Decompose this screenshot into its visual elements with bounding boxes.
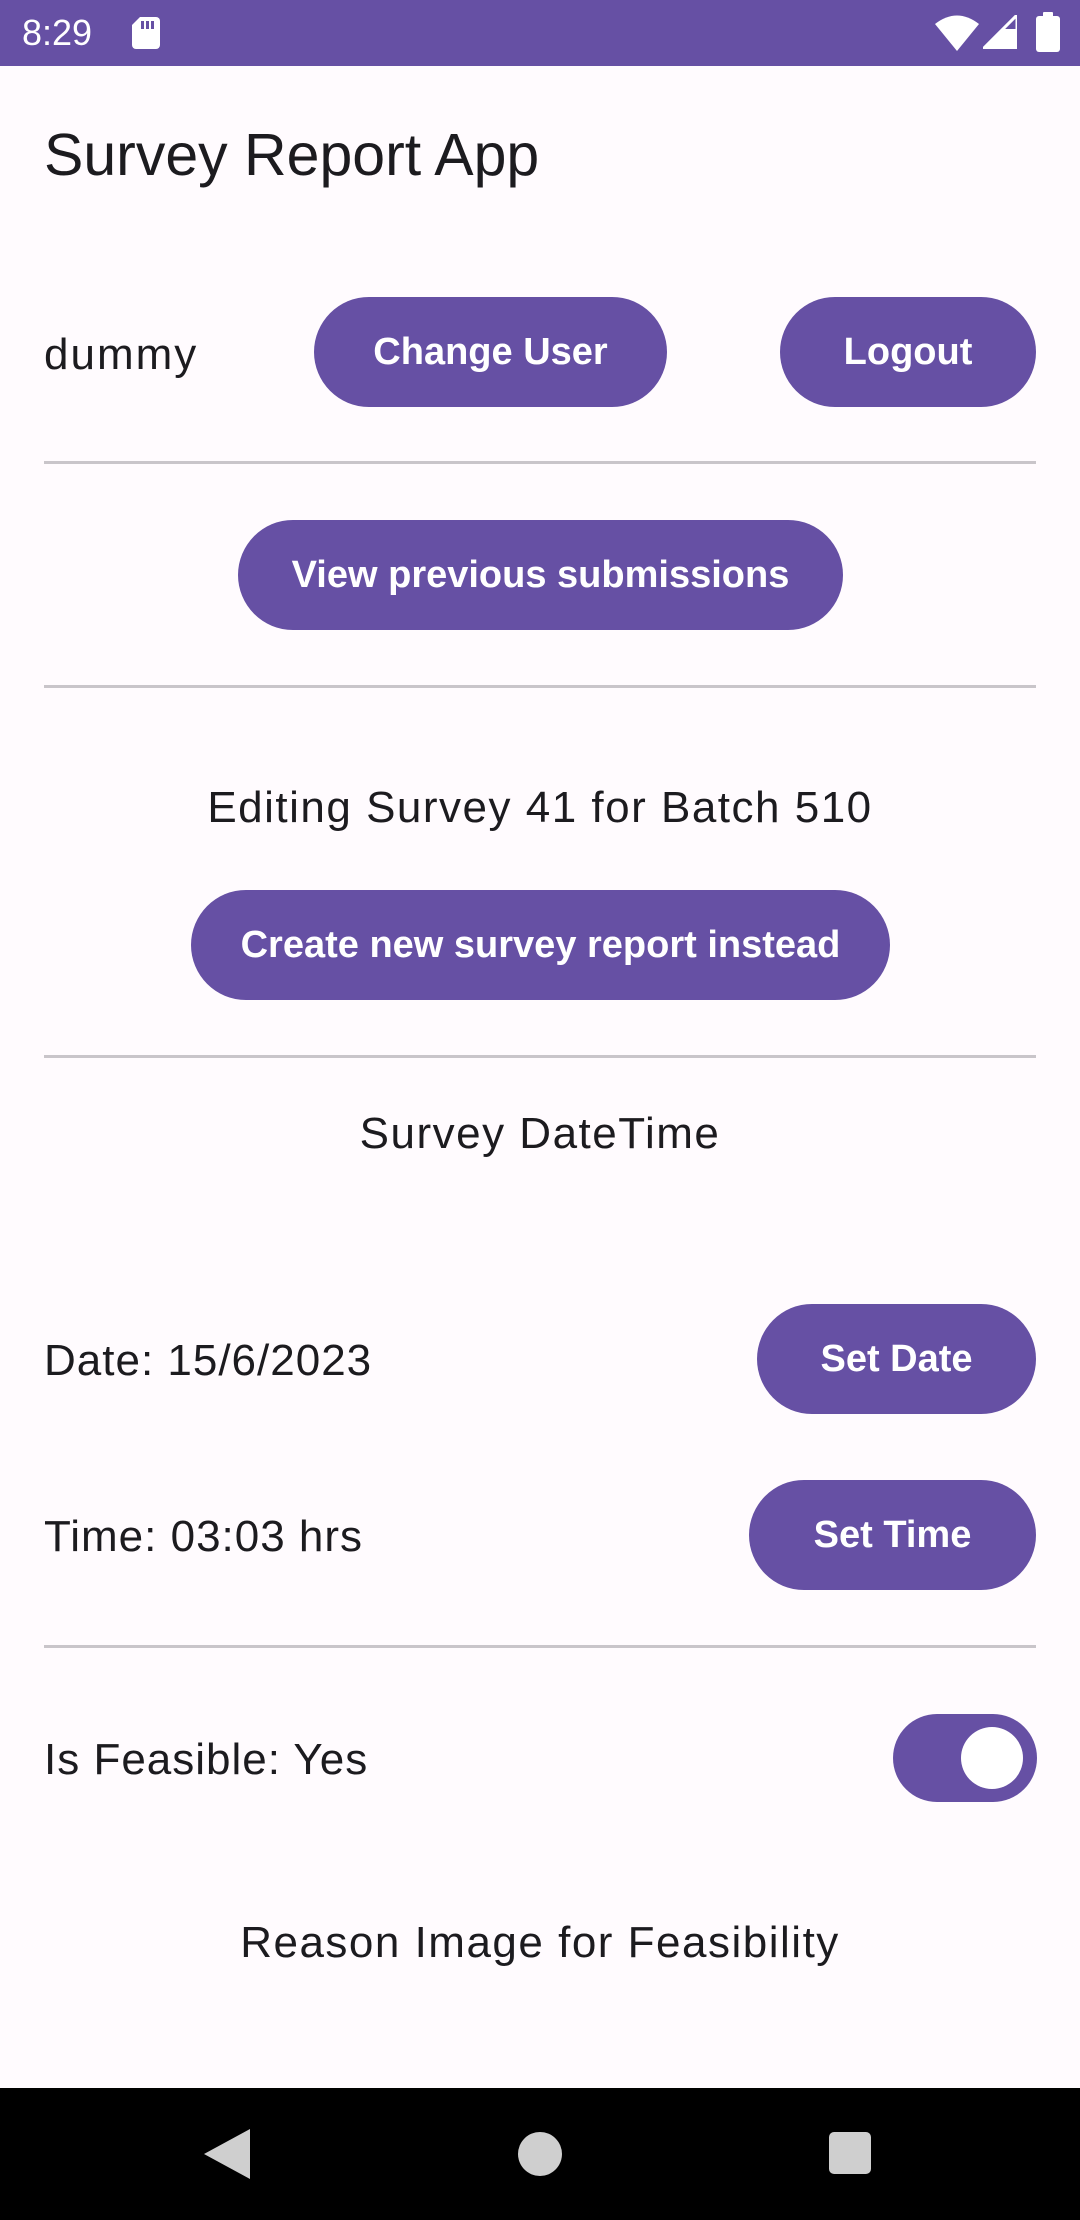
- change-user-button[interactable]: Change User: [314, 297, 667, 407]
- set-time-button[interactable]: Set Time: [749, 1480, 1036, 1590]
- status-bar: 8:29: [0, 0, 1080, 66]
- create-new-survey-button[interactable]: Create new survey report instead: [191, 890, 890, 1000]
- view-previous-submissions-button[interactable]: View previous submissions: [238, 520, 843, 630]
- survey-datetime-title: Survey DateTime: [359, 1109, 721, 1158]
- navigation-bar: [0, 2088, 1080, 2220]
- status-time: 8:29: [22, 12, 93, 53]
- logout-button[interactable]: Logout: [780, 297, 1036, 407]
- is-feasible-label: Is Feasible: Yes: [44, 1735, 369, 1784]
- wifi-icon: [935, 15, 979, 51]
- divider: [44, 1645, 1036, 1648]
- divider: [44, 461, 1036, 464]
- signal-icon: [983, 15, 1017, 49]
- sd-card-icon: [132, 17, 160, 49]
- date-value-label: Date: 15/6/2023: [44, 1336, 373, 1385]
- set-date-button[interactable]: Set Date: [757, 1304, 1036, 1414]
- username-label: dummy: [44, 330, 199, 379]
- editing-status-text: Editing Survey 41 for Batch 510: [207, 783, 873, 832]
- back-icon[interactable]: [204, 2129, 250, 2179]
- battery-icon: [1036, 12, 1060, 52]
- home-icon[interactable]: [518, 2132, 562, 2176]
- toggle-thumb: [961, 1727, 1023, 1789]
- is-feasible-toggle[interactable]: [893, 1714, 1037, 1802]
- divider: [44, 685, 1036, 688]
- app-title: Survey Report App: [44, 122, 540, 188]
- recents-icon[interactable]: [829, 2132, 871, 2174]
- reason-image-title: Reason Image for Feasibility: [240, 1918, 840, 1967]
- divider: [44, 1055, 1036, 1058]
- time-value-label: Time: 03:03 hrs: [44, 1512, 364, 1561]
